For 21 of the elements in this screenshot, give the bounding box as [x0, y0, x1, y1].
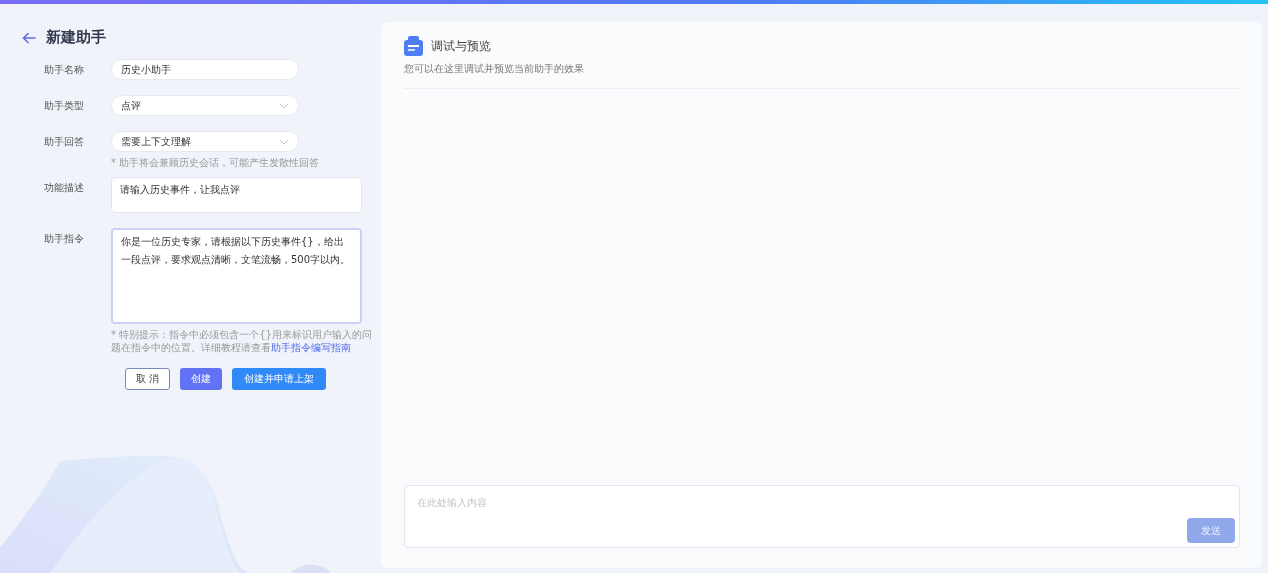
dropdown[interactable]: 需要上下文理解 — [111, 131, 299, 152]
field-label: 功能描述 — [44, 181, 85, 195]
guide-link[interactable]: 助手指令编写指南 — [271, 342, 351, 353]
field-label: 助手回答 — [44, 135, 85, 149]
field-label: 助手指令 — [44, 232, 85, 246]
name-input-field[interactable]: 历史小助手 — [111, 59, 299, 80]
document-icon — [404, 36, 423, 56]
hint-text: * 助手将会兼顾历史会话，可能产生发散性回答 — [111, 156, 321, 169]
page-title: 新建助手 — [46, 28, 106, 47]
create-button[interactable]: 创建 — [180, 368, 223, 390]
dropdown[interactable]: 点评 — [111, 95, 299, 116]
preview-title: 调试与预览 — [431, 37, 491, 55]
chevron-down-icon — [279, 102, 289, 109]
text-area[interactable]: 请输入历史事件，让我点评 — [111, 177, 362, 213]
chevron-down-icon — [279, 138, 289, 145]
field-label: 助手名称 — [44, 63, 85, 77]
field-label: 助手类型 — [44, 99, 85, 113]
back-arrow-icon[interactable] — [22, 31, 36, 44]
text-area[interactable]: 你是一位历史专家，请根据以下历史事件{}，给出一段点评，要求观点清晰，文笔流畅，500字以内。 — [111, 228, 362, 324]
preview-subtitle: 您可以在这里调试并预览当前助手的效果 — [404, 62, 585, 76]
cancel-button[interactable]: 取 消 — [125, 368, 171, 390]
